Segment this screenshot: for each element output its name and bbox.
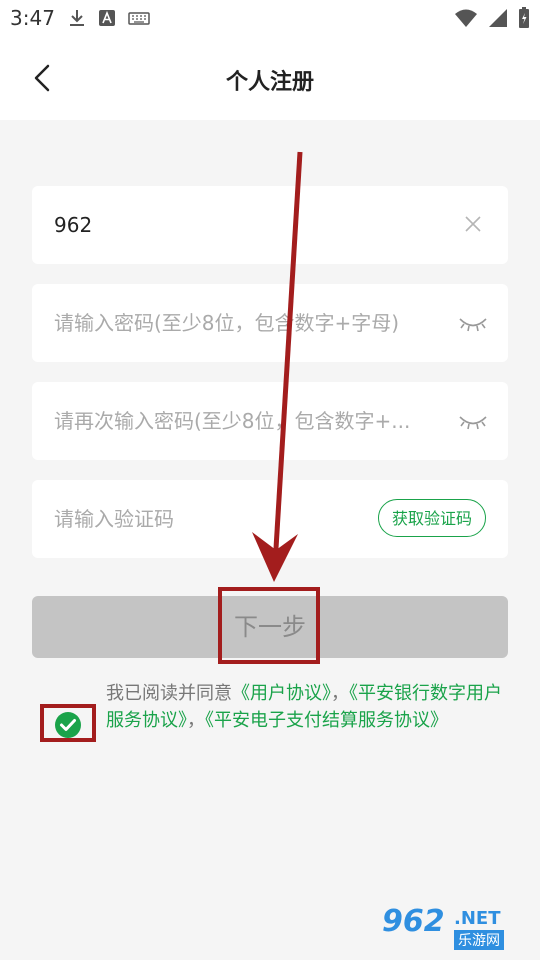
battery-icon [519, 7, 529, 28]
status-time: 3:47 [10, 6, 55, 30]
watermark-number: 962 [382, 904, 445, 939]
verify-code-input[interactable]: 请输入验证码 [54, 480, 174, 558]
keyboard-icon [128, 12, 150, 25]
status-icons-left [68, 8, 150, 28]
eye-closed-icon[interactable] [458, 408, 488, 434]
agreement-sep-1: ， [331, 683, 349, 704]
status-bar: 3:47 [0, 0, 540, 36]
eye-closed-icon[interactable] [458, 310, 488, 336]
a-app-icon [99, 10, 115, 26]
get-code-button[interactable]: 获取验证码 [377, 499, 486, 537]
agreement-checkbox[interactable] [54, 711, 82, 739]
watermark-logo: 962 .NET 乐游网 [382, 904, 532, 952]
wifi-icon [455, 9, 477, 27]
phone-input[interactable]: 962 [54, 186, 92, 264]
verify-code-field[interactable]: 请输入验证码 获取验证码 [32, 480, 508, 558]
status-icons-right [454, 7, 530, 29]
signal-icon [489, 9, 507, 27]
app-header: 个人注册 [0, 36, 540, 120]
agreement-prefix: 我已阅读并同意 [106, 683, 232, 704]
close-icon[interactable] [458, 212, 488, 238]
confirm-password-field[interactable]: 请再次输入密码(至少8位，包含数字+... [32, 382, 508, 460]
watermark-sub: 乐游网 [454, 930, 504, 950]
annotation-box-checkbox [40, 704, 96, 742]
confirm-password-input[interactable]: 请再次输入密码(至少8位，包含数字+... [54, 382, 410, 460]
password-field[interactable]: 请输入密码(至少8位，包含数字+字母) [32, 284, 508, 362]
user-agreement-link[interactable]: 《用户协议》 [232, 683, 331, 704]
agreement-sep-2: ， [187, 710, 205, 731]
download-icon [70, 10, 84, 26]
phone-field[interactable]: 962 [32, 186, 508, 264]
annotation-box-next [218, 587, 320, 664]
e-payment-agreement-link[interactable]: 《平安电子支付结算服务协议》 [205, 710, 448, 731]
watermark-domain: .NET [454, 908, 501, 929]
password-input[interactable]: 请输入密码(至少8位，包含数字+字母) [54, 284, 399, 362]
page-title: 个人注册 [225, 70, 314, 95]
agreement-text: 我已阅读并同意《用户协议》，《平安银行数字用户服务协议》，《平安电子支付结算服务… [106, 680, 506, 734]
